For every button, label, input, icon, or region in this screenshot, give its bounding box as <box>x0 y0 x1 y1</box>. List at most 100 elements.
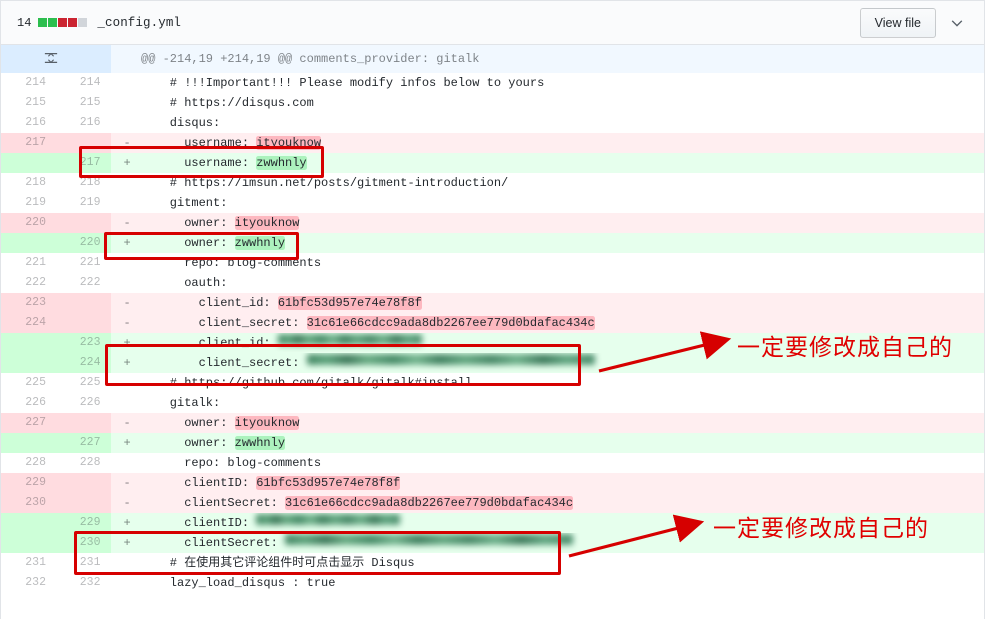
diff-marker: + <box>111 513 133 533</box>
line-number-old[interactable]: 215 <box>1 93 56 113</box>
redacted-secret <box>277 334 422 345</box>
line-number-old[interactable]: 227 <box>1 413 56 433</box>
diff-row: 229 - clientID: 61bfc53d957e74e78f8f <box>1 473 984 493</box>
diff-row: 218 218 # https://imsun.net/posts/gitment… <box>1 173 984 193</box>
line-number-new[interactable]: 231 <box>56 553 111 573</box>
redacted-secret <box>256 514 401 525</box>
code-line: client_secret: <box>133 353 984 373</box>
line-number-new[interactable]: 230 <box>56 533 111 553</box>
view-file-button[interactable]: View file <box>859 7 936 38</box>
code-line: repo: blog-comments <box>133 253 984 273</box>
line-number-new[interactable]: 225 <box>56 373 111 393</box>
hunk-header-text: @@ -214,19 +214,19 @@ comments_provider:… <box>133 45 984 73</box>
code-text: owner: <box>141 436 235 450</box>
line-number-old[interactable]: 222 <box>1 273 56 293</box>
line-number-new[interactable] <box>56 313 111 333</box>
line-number-new[interactable] <box>56 473 111 493</box>
line-number-old[interactable] <box>1 333 56 353</box>
line-number-new[interactable]: 232 <box>56 573 111 593</box>
line-number-old[interactable]: 231 <box>1 553 56 573</box>
diffstat-blocks <box>38 18 88 27</box>
line-number-old[interactable] <box>1 153 56 173</box>
line-number-old[interactable] <box>1 233 56 253</box>
line-number-new[interactable]: 220 <box>56 233 111 253</box>
line-number-new[interactable]: 227 <box>56 433 111 453</box>
line-number-new[interactable]: 216 <box>56 113 111 133</box>
diff-row: 217 - username: ityouknow <box>1 133 984 153</box>
chevron-down-icon[interactable] <box>936 12 974 34</box>
line-number-old[interactable]: 219 <box>1 193 56 213</box>
line-number-old[interactable] <box>1 353 56 373</box>
line-number-old[interactable]: 228 <box>1 453 56 473</box>
changed-word: zwwhnly <box>256 156 307 170</box>
line-number-new[interactable]: 215 <box>56 93 111 113</box>
code-line: client_id: <box>133 333 984 353</box>
diff-marker <box>111 193 133 213</box>
diffstat-block-del <box>58 18 68 27</box>
diff-marker: - <box>111 133 133 153</box>
diff-marker <box>111 553 133 573</box>
line-number-old[interactable]: 221 <box>1 253 56 273</box>
line-number-old[interactable]: 225 <box>1 373 56 393</box>
line-number-old[interactable]: 214 <box>1 73 56 93</box>
line-number-old[interactable]: 216 <box>1 113 56 133</box>
diffstat-block-add <box>38 18 48 27</box>
code-line: disqus: <box>133 113 984 133</box>
hunk-expand-cell[interactable] <box>1 45 111 73</box>
line-number-new[interactable] <box>56 293 111 313</box>
line-number-old[interactable]: 217 <box>1 133 56 153</box>
line-number-new[interactable]: 229 <box>56 513 111 533</box>
line-number-old[interactable]: 220 <box>1 213 56 233</box>
code-line: # https://imsun.net/posts/gitment-introd… <box>133 173 984 193</box>
line-number-new[interactable] <box>56 413 111 433</box>
redacted-secret <box>285 534 574 545</box>
line-number-new[interactable]: 214 <box>56 73 111 93</box>
code-line: clientSecret: <box>133 533 984 553</box>
line-number-old[interactable]: 232 <box>1 573 56 593</box>
line-number-old[interactable] <box>1 433 56 453</box>
diff-marker: + <box>111 433 133 453</box>
code-text: owner: <box>141 416 235 430</box>
file-header-actions: View file <box>859 7 974 38</box>
line-number-old[interactable]: 229 <box>1 473 56 493</box>
line-number-new[interactable]: 217 <box>56 153 111 173</box>
code-line: clientSecret: 31c61e66cdcc9ada8db2267ee7… <box>133 493 984 513</box>
line-number-old[interactable]: 218 <box>1 173 56 193</box>
line-number-new[interactable] <box>56 133 111 153</box>
line-number-new[interactable]: 218 <box>56 173 111 193</box>
line-number-old[interactable]: 223 <box>1 293 56 313</box>
line-number-new[interactable]: 221 <box>56 253 111 273</box>
redacted-secret <box>306 354 595 365</box>
line-number-old[interactable]: 224 <box>1 313 56 333</box>
line-number-new[interactable]: 226 <box>56 393 111 413</box>
line-number-old[interactable] <box>1 533 56 553</box>
code-line: repo: blog-comments <box>133 453 984 473</box>
diff-row: 222 222 oauth: <box>1 273 984 293</box>
diff-row: 219 219 gitment: <box>1 193 984 213</box>
unfold-expand-icon[interactable] <box>1 45 101 73</box>
hunk-sign-cell <box>111 45 133 73</box>
diff-marker: - <box>111 293 133 313</box>
line-number-old[interactable] <box>1 513 56 533</box>
diff-row: 225 225 # https://github.com/gitalk/gital… <box>1 373 984 393</box>
diff-row: 224 - client_secret: 31c61e66cdcc9ada8db2… <box>1 313 984 333</box>
line-number-old[interactable]: 230 <box>1 493 56 513</box>
line-number-old[interactable]: 226 <box>1 393 56 413</box>
diff-marker <box>111 113 133 133</box>
line-number-new[interactable] <box>56 213 111 233</box>
code-line: client_id: 61bfc53d957e74e78f8f <box>133 293 984 313</box>
code-line: owner: ityouknow <box>133 413 984 433</box>
line-number-new[interactable]: 222 <box>56 273 111 293</box>
changed-word: ityouknow <box>234 216 300 230</box>
line-number-new[interactable]: 219 <box>56 193 111 213</box>
line-number-new[interactable] <box>56 493 111 513</box>
diff-marker: - <box>111 213 133 233</box>
line-number-new[interactable]: 223 <box>56 333 111 353</box>
diff-marker: - <box>111 313 133 333</box>
line-number-new[interactable]: 224 <box>56 353 111 373</box>
line-number-new[interactable]: 228 <box>56 453 111 473</box>
diff-marker <box>111 273 133 293</box>
diff-row: 215 215 # https://disqus.com <box>1 93 984 113</box>
code-text: username: <box>141 136 257 150</box>
changed-word: ityouknow <box>256 136 322 150</box>
